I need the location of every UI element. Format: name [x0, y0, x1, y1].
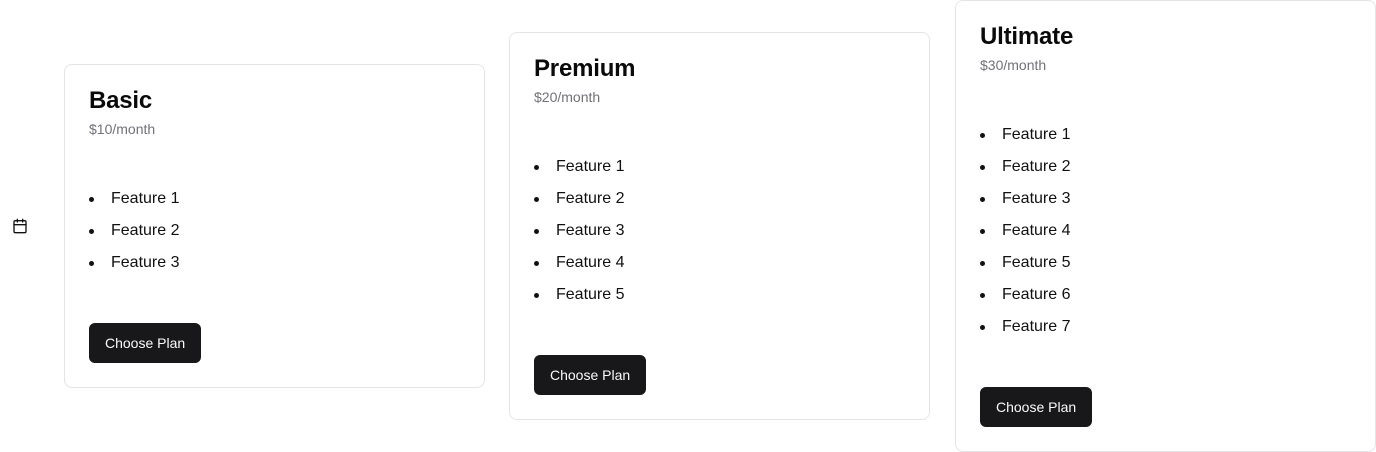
feature-item: Feature 1 [980, 119, 1351, 151]
feature-item: Feature 7 [980, 311, 1351, 343]
feature-item: Feature 3 [89, 247, 460, 279]
feature-item: Feature 2 [980, 151, 1351, 183]
pricing-page: Basic $10/month Feature 1 Feature 2 Feat… [0, 0, 1376, 452]
choose-plan-button-basic[interactable]: Choose Plan [89, 323, 202, 363]
feature-item: Feature 6 [980, 279, 1351, 311]
plan-price: $10/month [89, 121, 156, 137]
feature-list: Feature 1 Feature 2 Feature 3 Feature 4 … [534, 151, 905, 311]
feature-list: Feature 1 Feature 2 Feature 3 [89, 183, 460, 279]
plan-title: Basic [89, 87, 153, 114]
plan-card-basic: Basic $10/month Feature 1 Feature 2 Feat… [64, 64, 485, 388]
calendar-icon[interactable] [12, 218, 28, 234]
feature-item: Feature 2 [534, 183, 905, 215]
feature-item: Feature 2 [89, 215, 460, 247]
feature-item: Feature 3 [534, 215, 905, 247]
choose-plan-button-ultimate[interactable]: Choose Plan [980, 387, 1093, 427]
plan-price: $20/month [534, 89, 601, 105]
plan-card-ultimate: Ultimate $30/month Feature 1 Feature 2 F… [955, 0, 1376, 452]
feature-item: Feature 5 [980, 247, 1351, 279]
plan-price: $30/month [980, 57, 1047, 73]
feature-item: Feature 1 [534, 151, 905, 183]
feature-item: Feature 5 [534, 279, 905, 311]
feature-item: Feature 4 [534, 247, 905, 279]
feature-item: Feature 1 [89, 183, 460, 215]
feature-item: Feature 4 [980, 215, 1351, 247]
feature-item: Feature 3 [980, 183, 1351, 215]
plan-title: Premium [534, 55, 636, 82]
plan-title: Ultimate [980, 23, 1074, 50]
feature-list: Feature 1 Feature 2 Feature 3 Feature 4 … [980, 119, 1351, 343]
plan-card-premium: Premium $20/month Feature 1 Feature 2 Fe… [509, 32, 930, 420]
choose-plan-button-premium[interactable]: Choose Plan [534, 355, 647, 395]
